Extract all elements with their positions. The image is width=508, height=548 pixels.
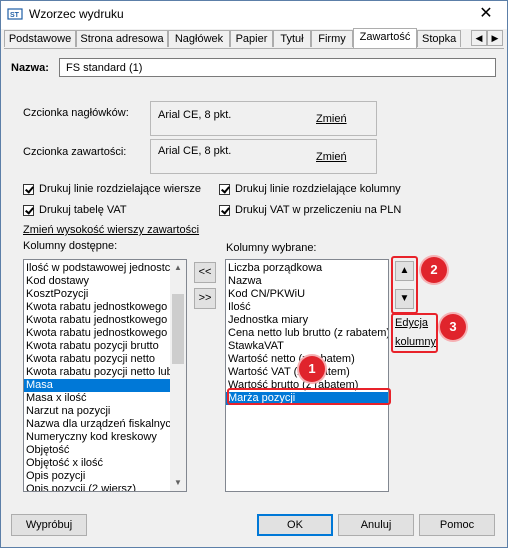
tab-stopka[interactable]: Stopka — [417, 30, 461, 47]
tab-zawartosc[interactable]: Zawartość — [353, 28, 417, 48]
selected-column-item[interactable]: Liczba porządkowa — [226, 262, 388, 275]
change-font-headers-link[interactable]: Zmień — [316, 113, 347, 125]
checkbox-checked-icon — [219, 204, 230, 216]
cancel-button[interactable]: Anuluj — [338, 514, 414, 536]
available-column-item[interactable]: Ilość w podstawowej jednostce — [24, 262, 186, 275]
selected-column-item[interactable]: Nazwa — [226, 275, 388, 288]
selected-column-item[interactable]: Kod CN/PKWiU — [226, 288, 388, 301]
close-icon[interactable]: ✕ — [475, 4, 497, 24]
tab-bar: Podstawowe Strona adresowa Nagłówek Papi… — [4, 28, 504, 48]
edit-column-link-line1[interactable]: Edycja — [395, 317, 428, 329]
edit-column-link-line2[interactable]: kolumny — [395, 336, 436, 348]
available-column-item[interactable]: Kwota rabatu pozycji netto lub — [24, 366, 186, 379]
move-down-button[interactable]: ▼ — [395, 289, 414, 309]
scroll-thumb[interactable] — [172, 294, 184, 364]
ok-button[interactable]: OK — [257, 514, 333, 536]
font-headers-label: Czcionka nagłówków: — [23, 107, 129, 119]
available-column-item[interactable]: Objętość — [24, 444, 186, 457]
row-lines-label: Drukuj linie rozdzielające wiersze — [39, 183, 202, 195]
change-row-height-link[interactable]: Zmień wysokość wierszy zawartości — [23, 224, 199, 236]
change-font-content-link[interactable]: Zmień — [316, 151, 347, 163]
tab-naglowek[interactable]: Nagłówek — [168, 30, 230, 47]
vat-pln-checkbox[interactable]: Drukuj VAT w przeliczeniu na PLN — [219, 204, 401, 216]
selected-column-item[interactable]: Cena netto lub brutto (z rabatem) — [226, 327, 388, 340]
available-column-item[interactable]: Kwota rabatu jednostkowego — [24, 301, 186, 314]
window-title: Wzorzec wydruku — [29, 7, 124, 21]
tab-firmy[interactable]: Firmy — [311, 30, 353, 47]
vat-table-label: Drukuj tabelę VAT — [39, 204, 127, 216]
available-column-item[interactable]: Masa — [24, 379, 186, 392]
scroll-up-icon[interactable]: ▲ — [170, 260, 186, 276]
font-headers-value: Arial CE, 8 pkt. — [158, 109, 232, 121]
name-label: Nazwa: — [11, 62, 49, 74]
selected-column-item[interactable]: Ilość — [226, 301, 388, 314]
vat-table-checkbox[interactable]: Drukuj tabelę VAT — [23, 204, 127, 216]
print-preview-button[interactable]: Wypróbuj — [11, 514, 87, 536]
remove-column-button[interactable]: >> — [194, 288, 216, 309]
available-column-item[interactable]: Nazwa dla urządzeń fiskalnych — [24, 418, 186, 431]
available-list-scrollbar[interactable]: ▲ ▼ — [170, 260, 186, 491]
available-column-item[interactable]: Numeryczny kod kreskowy — [24, 431, 186, 444]
available-column-item[interactable]: Narzut na pozycji — [24, 405, 186, 418]
tab-scroll-left-icon[interactable]: ◀ — [471, 30, 487, 46]
selected-column-item[interactable]: Jednostka miary — [226, 314, 388, 327]
available-column-item[interactable]: Kod dostawy — [24, 275, 186, 288]
available-column-item[interactable]: Masa x ilość — [24, 392, 186, 405]
title-bar: ST Wzorzec wydruku ✕ — [1, 1, 507, 29]
tab-strona-adresowa[interactable]: Strona adresowa — [76, 30, 168, 47]
name-input[interactable]: FS standard (1) — [59, 58, 496, 77]
tab-podstawowe[interactable]: Podstawowe — [4, 30, 76, 47]
available-column-item[interactable]: Kwota rabatu pozycji netto — [24, 353, 186, 366]
scroll-down-icon[interactable]: ▼ — [170, 475, 186, 491]
font-headers-box: Arial CE, 8 pkt. Zmień — [150, 101, 377, 136]
move-up-button[interactable]: ▲ — [395, 261, 414, 281]
add-column-button[interactable]: << — [194, 262, 216, 283]
available-columns-list[interactable]: Ilość w podstawowej jednostce Kod dostawy… — [23, 259, 187, 492]
annotation-badge-3: 3 — [440, 314, 466, 340]
annotation-badge-1: 1 — [299, 356, 325, 382]
available-columns-label: Kolumny dostępne: — [23, 240, 118, 252]
checkbox-checked-icon — [23, 183, 34, 195]
checkbox-checked-icon — [23, 204, 34, 216]
available-column-item[interactable]: Objętość x ilość — [24, 457, 186, 470]
svg-text:ST: ST — [10, 12, 20, 19]
available-column-item[interactable]: KosztPozycji — [24, 288, 186, 301]
available-column-item[interactable]: Kwota rabatu pozycji brutto — [24, 340, 186, 353]
font-content-value: Arial CE, 8 pkt. — [158, 145, 232, 157]
checkbox-checked-icon — [219, 183, 230, 195]
selected-row-highlight — [227, 388, 391, 405]
available-column-item[interactable]: Opis pozycji (2 wiersz) — [24, 483, 186, 491]
selected-column-item[interactable]: StawkaVAT — [226, 340, 388, 353]
tab-scroll-right-icon[interactable]: ▶ — [487, 30, 503, 46]
font-content-box: Arial CE, 8 pkt. Zmień — [150, 139, 377, 174]
dialog-window: ST Wzorzec wydruku ✕ Podstawowe Strona a… — [0, 0, 508, 548]
row-lines-checkbox[interactable]: Drukuj linie rozdzielające wiersze — [23, 183, 201, 195]
font-content-label: Czcionka zawartości: — [23, 146, 127, 158]
annotation-badge-2: 2 — [421, 257, 447, 283]
available-column-item[interactable]: Kwota rabatu jednostkowego — [24, 314, 186, 327]
selected-columns-label: Kolumny wybrane: — [226, 242, 317, 254]
available-column-item[interactable]: Kwota rabatu jednostkowego — [24, 327, 186, 340]
col-lines-checkbox[interactable]: Drukuj linie rozdzielające kolumny — [219, 183, 401, 195]
available-column-item[interactable]: Opis pozycji — [24, 470, 186, 483]
app-icon: ST — [7, 8, 23, 20]
tab-papier[interactable]: Papier — [230, 30, 273, 47]
col-lines-label: Drukuj linie rozdzielające kolumny — [235, 183, 401, 195]
vat-pln-label: Drukuj VAT w przeliczeniu na PLN — [235, 204, 402, 216]
help-button[interactable]: Pomoc — [419, 514, 495, 536]
tab-tytul[interactable]: Tytuł — [273, 30, 311, 47]
